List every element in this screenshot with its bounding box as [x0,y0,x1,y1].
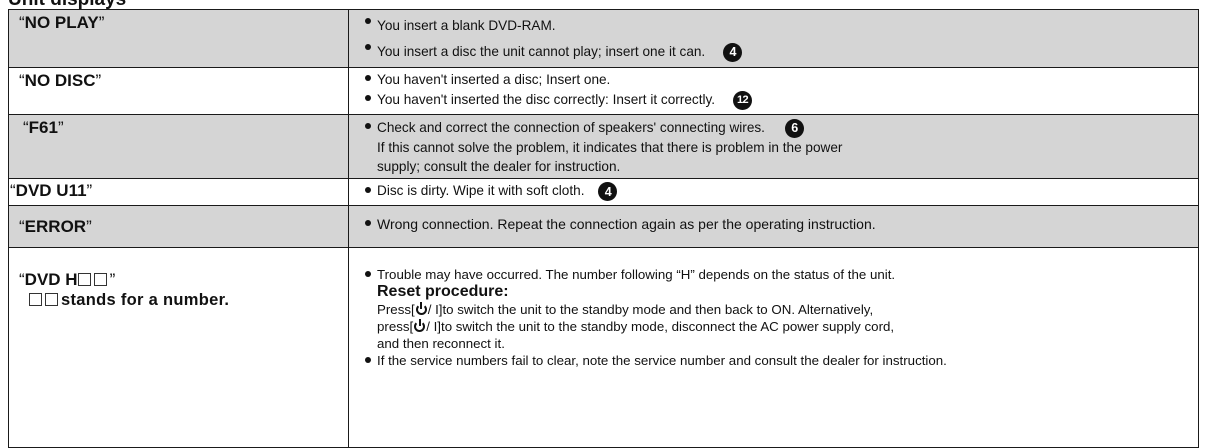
digit-placeholder-icon [77,273,91,286]
explanation-cell: Trouble may have occurred. The number fo… [348,247,1199,448]
display-code-note: stands for a number. [9,291,348,310]
explanation-line: Disc is dirty. Wipe it with soft cloth. 4 [365,182,1190,201]
explanation-line: Wrong connection. Repeat the connection … [365,215,1190,233]
display-code: “NO DISC” [19,71,102,90]
digit-placeholder-icon [29,293,42,306]
explanation-line: Check and correct the connection of spea… [365,118,1190,138]
explanation-line: Trouble may have occurred. The number fo… [365,266,1190,283]
display-code-cell: “F61” [8,114,349,179]
page-ref-badge: 4 [723,42,743,62]
explanation-line: You insert a blank DVD-RAM. [365,13,1190,39]
table-row: “NO PLAY” You insert a blank DVD-RAM. Yo… [8,9,1199,68]
explanation-cell: Check and correct the connection of spea… [348,114,1199,179]
table-row: “DVD U11” Disc is dirty. Wipe it with so… [8,178,1199,206]
explanation-line: You haven't inserted a disc; Insert one. [365,70,1190,90]
display-code: “F61” [23,118,64,137]
page-ref-badge: 4 [598,182,618,201]
display-code-cell: “DVD H” stands for a number. [8,247,349,448]
explanation-line: and then reconnect it. [377,336,505,351]
table-row: “ERROR” Wrong connection. Repeat the con… [8,205,1199,248]
page-ref-badge: 12 [733,90,753,110]
explanation-line: press[/ I]to switch the unit to the stan… [377,319,895,334]
explanation-cell: Wrong connection. Repeat the connection … [348,205,1199,248]
display-code: “ERROR” [19,217,92,236]
table-row: “NO DISC” You haven't inserted a disc; I… [8,67,1199,115]
display-code: “NO PLAY” [19,13,105,32]
explanation-line: Press[/ I]to switch the unit to the stan… [377,302,874,317]
explanation-cell: You insert a blank DVD-RAM. You insert a… [348,9,1199,68]
explanation-line: You insert a disc the unit cannot play; … [365,39,1190,65]
power-icon [415,302,427,315]
explanation-line: You haven't inserted the disc correctly:… [365,90,1190,110]
explanation-line: supply; consult the dealer for instructi… [377,158,621,174]
heading-strip: Unit displays [0,0,1207,9]
explanation-line: If this cannot solve the problem, it ind… [377,139,843,155]
reset-procedure-title: Reset procedure: [377,283,509,300]
display-code-cell: “DVD U11” [8,178,349,206]
page-heading: Unit displays [8,0,126,9]
display-code-cell: “ERROR” [8,205,349,248]
page-ref-badge: 6 [784,118,804,138]
power-icon [414,319,426,332]
digit-placeholder-icon [93,273,107,286]
explanation-cell: You haven't inserted a disc; Insert one.… [348,67,1199,115]
explanation-cell: Disc is dirty. Wipe it with soft cloth. 4 [348,178,1199,206]
display-code: “DVD H” [19,270,116,289]
explanation-line: If the service numbers fail to clear, no… [365,352,1190,369]
table-row: “DVD H” stands for a number. Trouble may… [8,247,1199,448]
table-row: “F61” Check and correct the connection o… [8,114,1199,179]
digit-placeholder-icon [45,293,58,306]
display-code-cell: “NO DISC” [8,67,349,115]
display-messages-table: “NO PLAY” You insert a blank DVD-RAM. Yo… [8,9,1199,448]
display-code: “DVD U11” [10,181,93,200]
display-code-cell: “NO PLAY” [8,9,349,68]
